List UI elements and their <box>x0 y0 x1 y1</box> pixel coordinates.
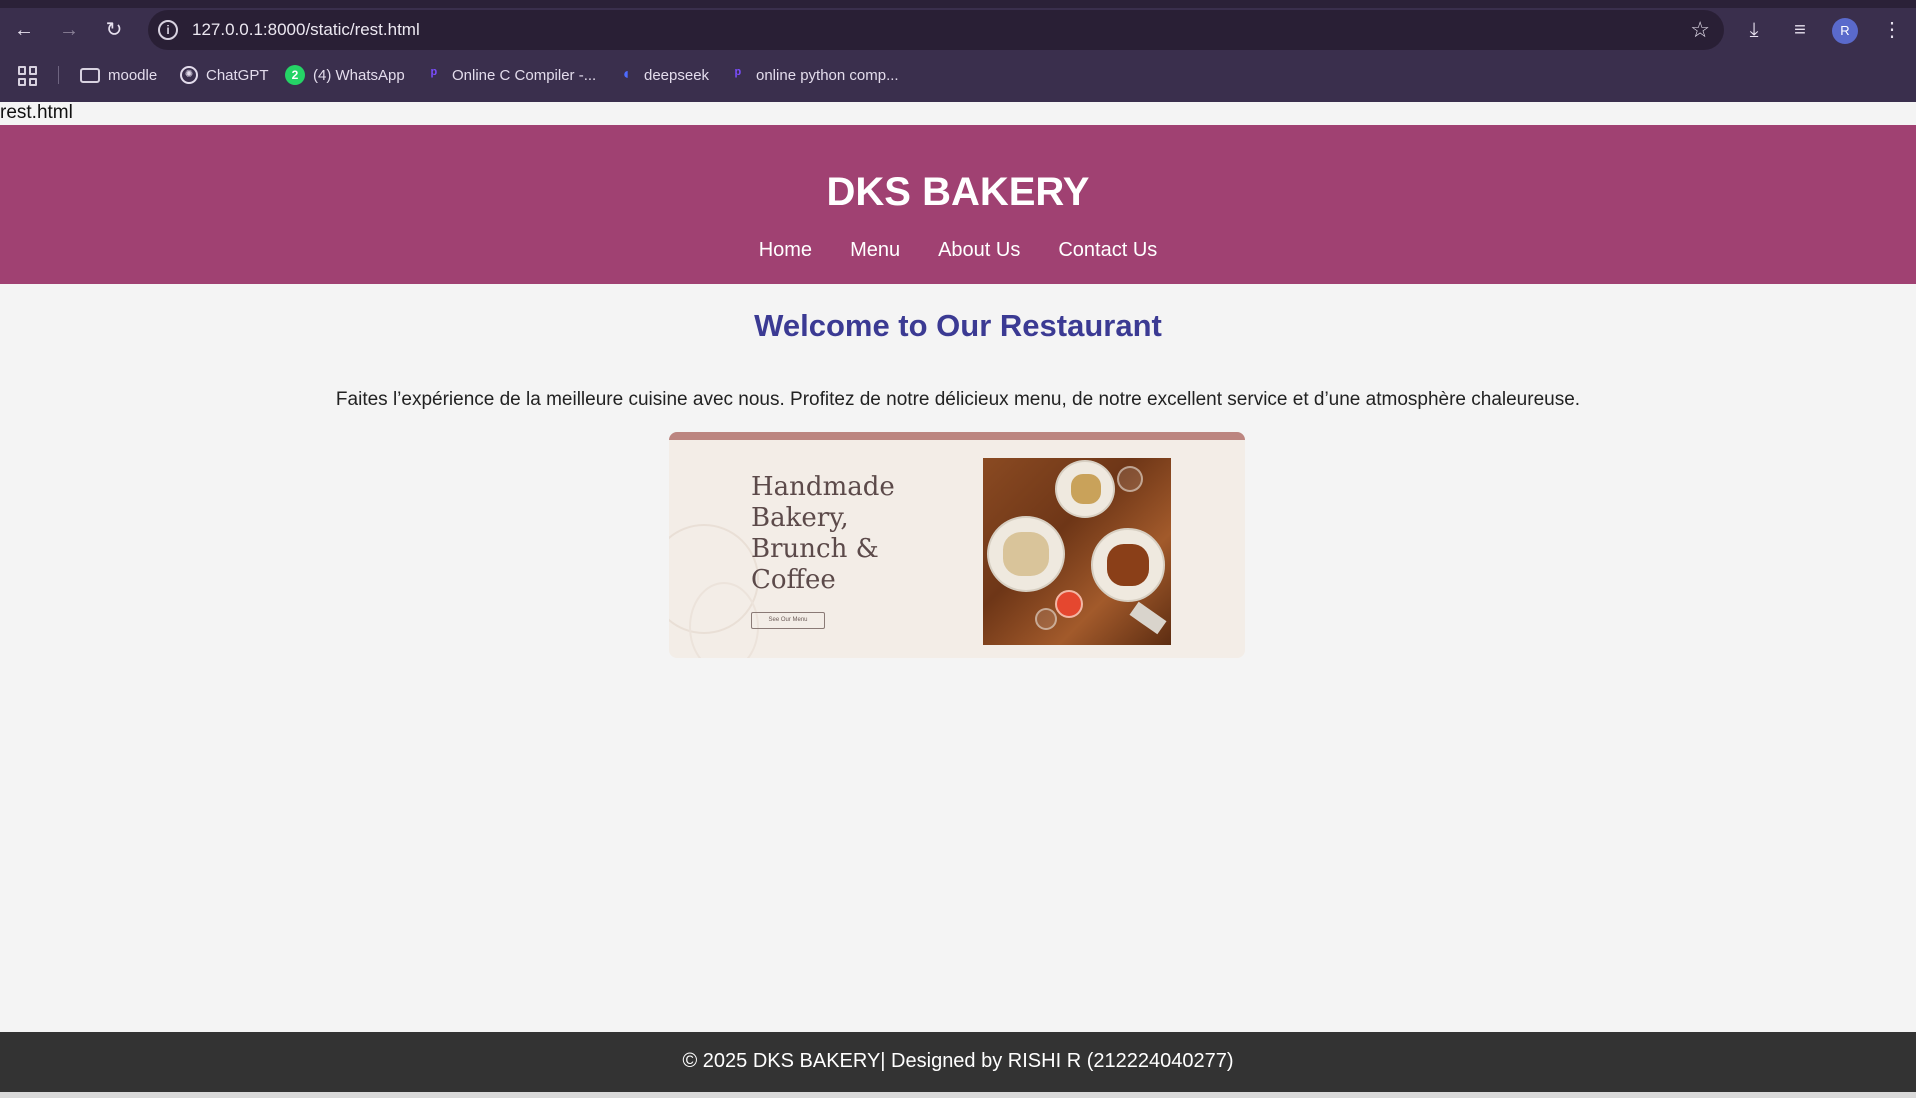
programiz-icon: ᵖ <box>430 66 438 83</box>
browser-chrome: ← → ↻ i 127.0.0.1:8000/static/rest.html … <box>0 0 1916 102</box>
nav-link-contact-us[interactable]: Contact Us <box>1058 239 1157 262</box>
bookmark-online-c-compiler[interactable]: ᵖ Online C Compiler -... <box>424 58 596 92</box>
site-header: DKS BAKERY Home Menu About Us Contact Us <box>0 125 1916 284</box>
site-footer: © 2025 DKS BAKERY| Designed by RISHI R (… <box>0 1032 1916 1092</box>
bakery-banner-image: Handmade Bakery, Brunch & Coffee See Our… <box>669 432 1245 658</box>
back-icon[interactable]: ← <box>8 14 40 46</box>
whatsapp-icon: 2 <box>285 65 305 85</box>
bookmark-label: deepseek <box>644 66 710 84</box>
bookmarks-bar: moodle ✺ ChatGPT 2 (4) WhatsApp ᵖ Online… <box>0 58 1916 92</box>
bookmark-label: moodle <box>108 66 158 84</box>
plate-right <box>1091 528 1165 602</box>
banner-heading-line: Brunch & <box>751 534 879 564</box>
reload-icon[interactable]: ↻ <box>98 14 130 46</box>
banner-heading-line: Coffee <box>751 565 836 595</box>
napkin <box>1129 601 1167 635</box>
food-photo <box>983 458 1171 645</box>
bookmark-whatsapp[interactable]: 2 (4) WhatsApp <box>285 58 405 92</box>
nav-link-menu[interactable]: Menu <box>850 239 900 262</box>
main-nav: Home Menu About Us Contact Us <box>0 239 1916 262</box>
footer-text: © 2025 DKS BAKERY| Designed by RISHI R (… <box>682 1050 1234 1072</box>
window-bottom-edge <box>0 1092 1916 1098</box>
bookmark-online-python[interactable]: ᵖ online python comp... <box>728 58 899 92</box>
url-text[interactable]: 127.0.0.1:8000/static/rest.html <box>192 10 420 50</box>
glass <box>1035 608 1057 630</box>
tab-strip <box>0 0 1916 8</box>
banner-heading-line: Handmade <box>751 472 895 502</box>
juice-cup <box>1055 590 1083 618</box>
site-info-icon[interactable]: i <box>158 20 178 40</box>
glass <box>1117 466 1143 492</box>
plate-top <box>1055 460 1115 518</box>
deepseek-icon: ◖ <box>621 66 631 83</box>
see-menu-button: See Our Menu <box>751 612 825 629</box>
nav-link-about-us[interactable]: About Us <box>938 239 1020 262</box>
programiz-icon: ᵖ <box>734 66 742 83</box>
chatgpt-icon: ✺ <box>180 66 198 84</box>
bookmark-moodle[interactable]: moodle <box>80 58 157 92</box>
banner-heading: Handmade Bakery, Brunch & Coffee <box>751 472 921 596</box>
nav-link-home[interactable]: Home <box>759 239 812 262</box>
download-icon[interactable]: ⤓ <box>1738 14 1770 46</box>
file-label: rest.html <box>0 102 73 123</box>
media-queue-icon[interactable]: ≡ <box>1784 14 1816 46</box>
folder-icon <box>80 67 100 83</box>
address-bar[interactable]: i 127.0.0.1:8000/static/rest.html ☆ <box>148 10 1724 50</box>
browser-toolbar: ← → ↻ i 127.0.0.1:8000/static/rest.html … <box>0 8 1916 52</box>
banner-top-bar <box>669 432 1245 440</box>
more-menu-icon[interactable]: ⋮ <box>1876 14 1908 46</box>
bookmark-label: online python comp... <box>756 66 899 84</box>
banner-heading-line: Bakery, <box>751 503 849 533</box>
intro-paragraph: Faites l’expérience de la meilleure cuis… <box>335 389 1581 410</box>
bookmark-deepseek[interactable]: ◖ deepseek <box>616 58 709 92</box>
bookmark-chatgpt[interactable]: ✺ ChatGPT <box>180 58 269 92</box>
site-title: DKS BAKERY <box>826 170 1090 214</box>
forward-icon[interactable]: → <box>53 14 85 46</box>
plate-left <box>987 516 1065 592</box>
bookmark-label: (4) WhatsApp <box>313 66 405 84</box>
bookmark-label: Online C Compiler -... <box>452 66 597 84</box>
bookmark-label: ChatGPT <box>206 66 269 84</box>
bookmark-star-icon[interactable]: ☆ <box>1690 10 1710 50</box>
welcome-heading: Welcome to Our Restaurant <box>754 308 1162 343</box>
profile-avatar[interactable]: R <box>1832 18 1858 44</box>
